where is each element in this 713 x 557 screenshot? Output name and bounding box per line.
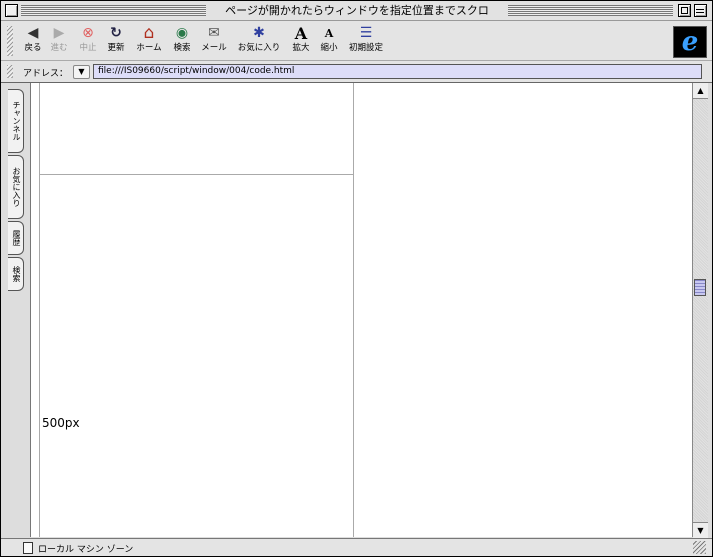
mail-icon: ✉ [208, 25, 220, 41]
status-bar: ローカル マシン ゾーン [1, 538, 712, 556]
zoom-box[interactable] [678, 4, 691, 17]
arrow-down-icon: ▼ [697, 526, 704, 535]
left-frame-box: 500px [39, 83, 354, 537]
arrow-up-icon: ▲ [697, 86, 704, 95]
title-stripes-right [508, 5, 673, 16]
scroll-thumb[interactable] [694, 279, 706, 296]
tab-channels[interactable]: チャンネル [8, 89, 24, 153]
vertical-scrollbar[interactable]: ▲ ▼ [692, 83, 708, 538]
mail-button[interactable]: ✉ メール [199, 25, 229, 57]
text-larger-button[interactable]: A 拡大 [289, 25, 313, 57]
preferences-button[interactable]: ☰ 初期設定 [345, 25, 387, 57]
forward-label: 進む [50, 43, 68, 53]
address-history-dropdown[interactable]: ▼ [73, 65, 90, 79]
browser-window: ページが開かれたらウィンドウを指定位置までスクロ ◀ 戻る ▶ 進む ⊗ 中止 … [0, 0, 713, 557]
back-button[interactable]: ◀ 戻る [21, 25, 45, 57]
refresh-icon: ↻ [110, 25, 122, 41]
size-label: 500px [42, 416, 80, 430]
preferences-icon: ☰ [359, 25, 373, 41]
scroll-down-button[interactable]: ▼ [693, 522, 708, 538]
home-label: ホーム [136, 43, 162, 53]
explorer-bar: チャンネル お気に入り 履歴 検索 [1, 83, 31, 537]
zone-icon [23, 542, 33, 554]
collapse-box[interactable] [694, 4, 707, 17]
address-label: アドレス： [23, 69, 69, 79]
text-smaller-label: 縮小 [320, 43, 338, 53]
forward-button[interactable]: ▶ 進む [47, 25, 71, 57]
toolbar: ◀ 戻る ▶ 進む ⊗ 中止 ↻ 更新 ⌂ ホーム ◉ 検索 ✉ メール ✱ お [1, 21, 712, 61]
resize-grip[interactable] [693, 541, 706, 554]
preferences-label: 初期設定 [348, 43, 383, 53]
text-smaller-icon: A [324, 27, 334, 40]
search-icon: ◉ [175, 25, 189, 41]
status-zone: ローカル マシン ゾーン [38, 545, 134, 555]
tab-search[interactable]: 検索 [8, 257, 24, 291]
stop-label: 中止 [79, 43, 97, 53]
title-bar[interactable]: ページが開かれたらウィンドウを指定位置までスクロ [1, 1, 712, 21]
toolbar-grip[interactable] [7, 26, 13, 56]
back-label: 戻る [24, 43, 42, 53]
text-larger-icon: A [294, 24, 308, 43]
scroll-up-button[interactable]: ▲ [693, 83, 708, 99]
chevron-down-icon: ▼ [78, 67, 85, 76]
text-smaller-button[interactable]: A 縮小 [317, 25, 341, 57]
ie-logo-glyph: e [681, 27, 699, 57]
ie-logo-icon[interactable]: e [673, 26, 707, 58]
favorites-icon: ✱ [253, 25, 265, 41]
window-title: ページが開かれたらウィンドウを指定位置までスクロ [208, 3, 506, 18]
title-stripes-left [21, 5, 206, 16]
text-larger-label: 拡大 [292, 43, 310, 53]
address-grip[interactable] [7, 65, 13, 78]
refresh-label: 更新 [107, 43, 125, 53]
stop-button[interactable]: ⊗ 中止 [75, 25, 101, 57]
tab-favorites[interactable]: お気に入り [8, 155, 24, 219]
search-label: 検索 [173, 43, 191, 53]
address-bar: アドレス： ▼ file:///IS09660/script/window/00… [1, 61, 712, 83]
mail-label: メール [201, 43, 227, 53]
search-button[interactable]: ◉ 検索 [169, 25, 195, 57]
forward-arrow-icon: ▶ [53, 25, 65, 41]
tab-history[interactable]: 履歴 [8, 221, 24, 255]
page-content: 500px [31, 83, 692, 537]
back-arrow-icon: ◀ [27, 25, 39, 41]
scroll-track[interactable] [693, 99, 708, 521]
close-box[interactable] [5, 4, 18, 17]
favorites-button[interactable]: ✱ お気に入り [235, 25, 283, 57]
frame-separator [40, 174, 353, 175]
home-icon: ⌂ [143, 23, 155, 43]
refresh-button[interactable]: ↻ 更新 [103, 25, 129, 57]
home-button[interactable]: ⌂ ホーム [133, 25, 165, 57]
favorites-label: お気に入り [237, 43, 281, 53]
address-input[interactable]: file:///IS09660/script/window/004/code.h… [93, 64, 702, 79]
stop-icon: ⊗ [82, 25, 94, 41]
